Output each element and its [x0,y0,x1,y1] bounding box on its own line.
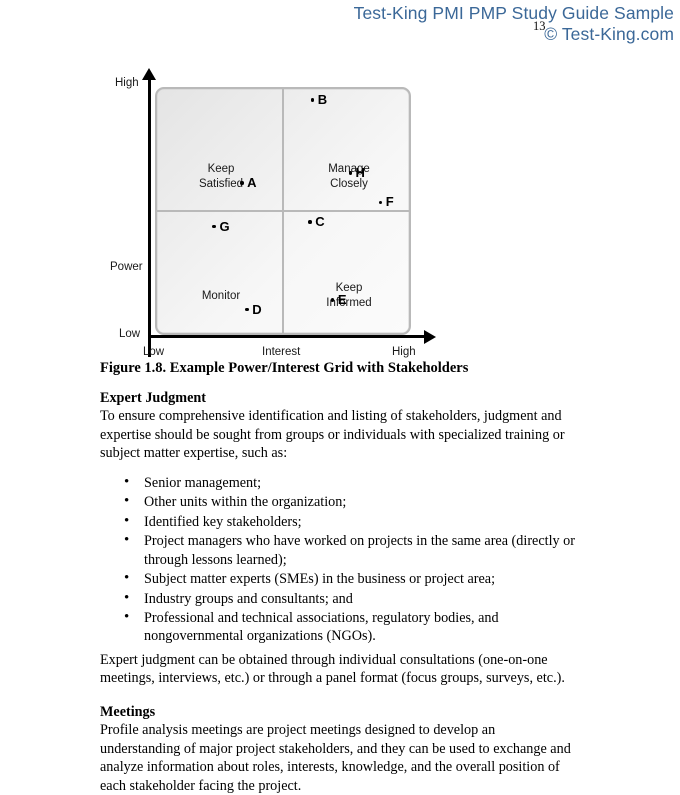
y-axis-line [148,77,151,357]
data-point-E: E [330,291,347,307]
list-item: Senior management; [100,473,578,493]
paragraph-expert-judgment-intro: To ensure comprehensive identification a… [100,408,565,462]
data-point-H: H [348,164,365,180]
point-marker-icon [330,298,335,302]
data-point-label: H [355,164,365,180]
point-marker-icon [348,171,353,175]
data-point-B: B [310,91,328,107]
list-item: Industry groups and consultants; and [100,589,578,609]
data-point-label: E [337,291,347,307]
point-marker-icon [240,181,244,185]
data-point-F: F [378,194,394,210]
expert-judgment-bullet-list: Senior management; Other units within th… [100,473,578,646]
data-point-C: C [308,213,325,229]
y-axis-tick-low: Low [119,328,141,340]
x-axis-arrow-icon [424,330,436,344]
data-point-label: B [317,91,328,107]
quadrant-label-monitor: Monitor [201,290,241,302]
data-point-D: D [245,301,262,317]
data-point-G: G [212,218,230,234]
page-number: 13 [533,19,546,33]
x-axis-label: Interest [262,346,301,358]
y-axis-label: Power [110,261,143,273]
list-item: Subject matter experts (SMEs) in the bus… [100,569,578,589]
data-point-label: D [252,301,262,317]
point-marker-icon [212,224,216,229]
data-point-A: A [240,174,257,190]
list-item: Other units within the organization; [100,492,578,512]
point-marker-icon [310,98,315,102]
list-item: Professional and technical associations,… [100,608,578,646]
x-axis-tick-high: High [392,346,416,358]
list-item: Project managers who have worked on proj… [100,531,578,569]
data-point-label: A [247,174,257,190]
point-marker-icon [308,220,312,224]
grid-horizontal-divider [157,209,409,213]
document-title: Test-King PMI PMP Study Guide Sample [353,3,674,23]
document-body: Expert Judgment To ensure comprehensive … [100,389,578,795]
y-axis-tick-high: High [115,77,139,89]
heading-expert-judgment: Expert Judgment [100,390,207,406]
point-marker-icon [378,200,383,205]
data-point-label: F [385,194,394,210]
power-interest-grid-figure: High Power Low Low Interest High Keep Sa… [0,62,680,362]
list-item: Identified key stakeholders; [100,512,578,532]
x-axis-line [148,335,426,338]
data-point-label: C [315,213,325,229]
x-axis-tick-low: Low [143,346,165,358]
quadrant-label-keep-satisfied: Keep Satisfied [198,163,244,190]
paragraph-meetings-body: Profile analysis meetings are project me… [100,722,571,794]
paragraph-expert-judgment-outro: Expert judgment can be obtained through … [100,651,565,687]
quadrant-grid: Keep Satisfied Manage Closely Monitor Ke… [155,87,411,335]
copyright-notice: © Test-King.com [544,23,674,44]
figure-caption: Figure 1.8. Example Power/Interest Grid … [100,360,469,376]
page-header: Test-King PMI PMP Study Guide Sample © T… [254,3,674,44]
data-point-label: G [219,218,230,234]
point-marker-icon [245,307,249,312]
heading-meetings: Meetings [100,703,156,720]
